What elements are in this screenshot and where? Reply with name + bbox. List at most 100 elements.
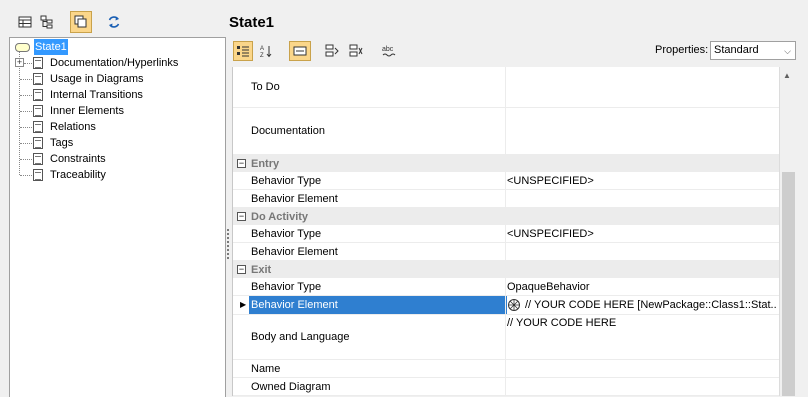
properties-label: Properties: <box>655 44 709 56</box>
tree-view-icon <box>40 15 53 29</box>
sort-alphabetical-icon: A Z <box>260 46 272 58</box>
tree-item-relations[interactable]: Relations <box>14 119 214 135</box>
tree-item-tags[interactable]: Tags <box>14 135 214 151</box>
tree-item-label: Documentation/Hyperlinks <box>50 57 179 69</box>
property-row[interactable]: Behavior Element <box>233 190 780 208</box>
property-name: Behavior Type <box>251 227 322 240</box>
table-view-button[interactable] <box>15 12 35 32</box>
tree-item-documentation[interactable]: + Documentation/Hyperlinks <box>14 55 214 71</box>
svg-text:abc: abc <box>382 46 394 53</box>
property-value[interactable]: // YOUR CODE HERE [NewPackage::Class1::S… <box>507 296 777 314</box>
property-value[interactable]: <UNSPECIFIED> <box>507 225 777 242</box>
tree-item-label: Inner Elements <box>50 105 124 117</box>
categorized-view-button[interactable] <box>233 41 253 61</box>
property-row[interactable]: Owned Diagram <box>233 378 780 396</box>
property-row-selected[interactable]: ▶ Behavior Element // YOUR CODE HERE [Ne… <box>233 296 780 315</box>
collapse-all-button[interactable] <box>346 41 366 61</box>
scrollbar-thumb[interactable] <box>782 172 795 396</box>
scroll-up-icon[interactable]: ▲ <box>783 71 791 80</box>
property-value[interactable]: OpaqueBehavior <box>507 278 777 295</box>
property-row[interactable]: Behavior Type <UNSPECIFIED> <box>233 172 780 190</box>
tree-item-label: Traceability <box>50 169 106 181</box>
document-icon <box>33 121 43 133</box>
refresh-button[interactable] <box>104 12 124 32</box>
chevron-down-icon: ⌵ <box>784 46 791 56</box>
group-header[interactable]: − Do Activity <box>233 208 780 225</box>
vertical-scrollbar[interactable]: ▲ <box>779 67 797 396</box>
refresh-icon <box>108 16 120 28</box>
property-name: Behavior Element <box>251 245 338 258</box>
collapse-icon[interactable]: − <box>237 212 246 221</box>
expand-all-icon <box>325 44 339 57</box>
collapse-icon[interactable]: − <box>237 265 246 274</box>
tree-view-button[interactable] <box>37 12 57 32</box>
filter-icon <box>293 46 307 56</box>
property-grid[interactable]: To Do Documentation − Entry Behavior Typ… <box>232 67 780 396</box>
group-title: Entry <box>251 157 280 170</box>
sort-alphabetical-button[interactable]: A Z <box>256 41 276 61</box>
property-value[interactable] <box>507 67 777 107</box>
tree-item-constraints[interactable]: Constraints <box>14 151 214 167</box>
group-header[interactable]: − Exit <box>233 261 780 278</box>
tree-item-inner-elements[interactable]: Inner Elements <box>14 103 214 119</box>
collapse-icon[interactable]: − <box>237 159 246 168</box>
property-name: Name <box>251 362 281 375</box>
filter-button[interactable] <box>289 41 311 61</box>
document-icon <box>33 169 43 181</box>
copy-icon <box>74 15 87 28</box>
copy-button[interactable] <box>70 11 92 33</box>
table-view-icon <box>18 16 32 28</box>
document-icon <box>33 153 43 165</box>
tree-item-label: Relations <box>50 121 96 133</box>
property-name: Behavior Element <box>251 192 338 205</box>
expand-icon[interactable]: + <box>15 58 24 67</box>
state-icon <box>15 43 30 52</box>
property-row[interactable]: To Do <box>233 67 780 108</box>
categorized-view-icon <box>237 46 249 57</box>
property-name: Behavior Type <box>251 280 322 293</box>
page-title: State1 <box>229 14 275 31</box>
property-name: To Do <box>251 81 280 93</box>
document-icon <box>33 105 43 117</box>
properties-dropdown-value: Standard <box>714 44 759 56</box>
document-icon <box>33 57 43 69</box>
tree-item-label: Internal Transitions <box>50 89 143 101</box>
tree-item-label: Tags <box>50 137 74 149</box>
property-value-text: // YOUR CODE HERE [NewPackage::Class1::S… <box>525 299 777 311</box>
property-value[interactable] <box>507 360 777 377</box>
splitter-handle[interactable] <box>227 229 231 259</box>
svg-text:A: A <box>260 46 264 52</box>
property-row[interactable]: Behavior Element <box>233 243 780 261</box>
collapse-all-icon <box>349 44 363 57</box>
property-value[interactable] <box>507 108 777 154</box>
property-row[interactable]: Body and Language // YOUR CODE HERE <box>233 315 780 360</box>
tree-item-root-label: State1 <box>34 39 68 55</box>
property-row[interactable]: Documentation <box>233 108 780 155</box>
tree-item-label: Usage in Diagrams <box>50 73 144 85</box>
properties-dropdown[interactable]: Standard ⌵ <box>710 41 796 60</box>
group-header[interactable]: − Entry <box>233 155 780 172</box>
document-icon <box>33 137 43 149</box>
property-value[interactable] <box>507 190 777 207</box>
group-title: Do Activity <box>251 210 309 223</box>
property-row[interactable]: Behavior Type <UNSPECIFIED> <box>233 225 780 243</box>
property-row[interactable]: Name <box>233 360 780 378</box>
svg-text:Z: Z <box>260 53 264 58</box>
property-value[interactable]: <UNSPECIFIED> <box>507 172 777 189</box>
tree-item-usage[interactable]: Usage in Diagrams <box>14 71 214 87</box>
tree-item-internal-transitions[interactable]: Internal Transitions <box>14 87 214 103</box>
tree-item-root[interactable]: State1 <box>15 39 215 55</box>
property-name: Behavior Type <box>251 174 322 187</box>
row-pointer-icon: ▶ <box>240 300 247 309</box>
property-name: Behavior Element <box>249 296 507 314</box>
spell-check-button[interactable]: abc <box>379 41 399 61</box>
element-tree[interactable]: State1 + Documentation/Hyperlinks Usage … <box>9 37 226 397</box>
tree-item-traceability[interactable]: Traceability <box>14 167 214 183</box>
property-row[interactable]: Behavior Type OpaqueBehavior <box>233 278 780 296</box>
property-name: Documentation <box>251 125 325 137</box>
property-value[interactable] <box>507 378 777 395</box>
property-value[interactable]: // YOUR CODE HERE <box>507 315 777 359</box>
property-value[interactable] <box>507 243 777 260</box>
expand-all-button[interactable] <box>322 41 342 61</box>
property-name: Owned Diagram <box>251 380 331 393</box>
